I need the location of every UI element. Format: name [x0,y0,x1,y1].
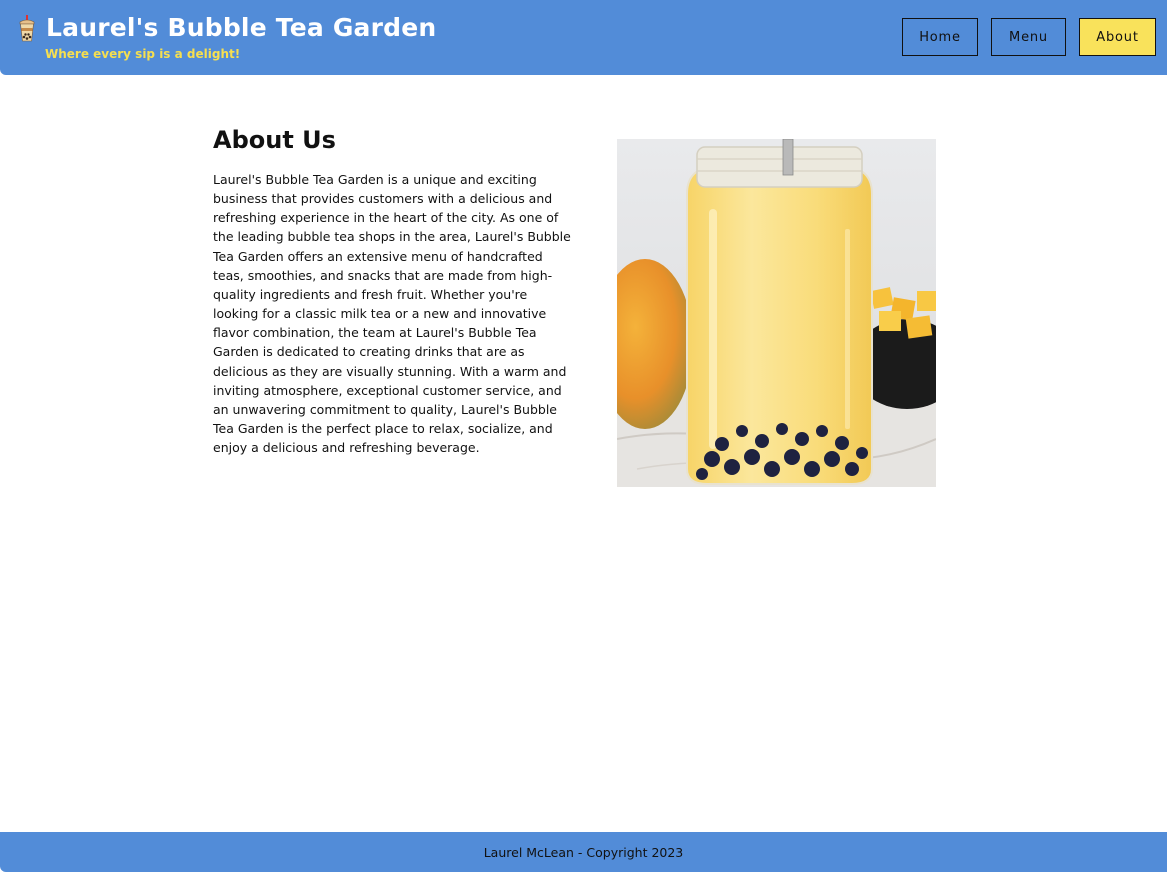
nav-menu-button[interactable]: Menu [991,18,1066,56]
about-paragraph: Laurel's Bubble Tea Garden is a unique a… [213,172,571,456]
site-header: Laurel's Bubble Tea Garden Where every s… [0,0,1167,75]
mango-bubble-tea-photo [617,139,936,487]
footer-copyright: Laurel McLean - Copyright 2023 [483,844,684,860]
nav-about-button[interactable]: About [1079,18,1156,56]
bubble-tea-cup-icon [19,15,35,42]
site-footer: Laurel McLean - Copyright 2023 [0,832,1167,872]
about-heading: About Us [213,126,336,154]
nav-home-button[interactable]: Home [902,18,978,56]
site-title[interactable]: Laurel's Bubble Tea Garden [46,13,436,42]
site-tagline: Where every sip is a delight! [45,47,241,61]
